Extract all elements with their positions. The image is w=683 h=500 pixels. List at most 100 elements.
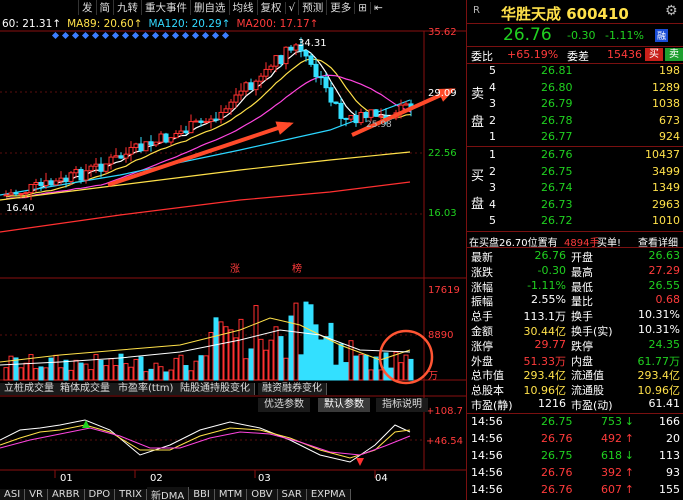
candle-body — [78, 168, 84, 181]
last-price: 26.76 — [503, 25, 552, 45]
tick-volume: 392 — [601, 466, 622, 479]
buy-button[interactable]: 买 — [645, 48, 663, 61]
tab-mtm[interactable]: MTM — [214, 488, 248, 500]
tab-dpo[interactable]: DPO — [84, 488, 116, 500]
tab-margin[interactable]: 融资融券变化 — [258, 383, 327, 395]
candle-body — [68, 172, 74, 182]
ind-line-3 — [0, 427, 411, 456]
candle-body — [108, 156, 114, 165]
quote-row: 金额 30.44亿 换手(实) 10.31% — [467, 323, 683, 338]
candle-body — [98, 163, 104, 172]
stock-terminal: { "toolbar":["发","简","九转","重大事件","删自选","… — [0, 0, 683, 500]
candle-body — [33, 181, 39, 185]
tab-box-volume[interactable]: 箱体成交量 — [56, 383, 115, 395]
tab-default-params[interactable]: 默认参数 — [318, 398, 370, 412]
quote-value: 293.4亿 — [637, 369, 681, 383]
tab-trix[interactable]: TRIX — [115, 488, 148, 500]
candle-body — [283, 46, 289, 65]
candle-body — [88, 165, 94, 172]
quote-value: 61.41 — [648, 397, 681, 410]
bid-row[interactable]: 2 26.75 3499 — [467, 165, 683, 180]
bid-row[interactable]: 4 26.73 2963 — [467, 198, 683, 213]
ask-volume: 673 — [659, 113, 680, 127]
candle-body — [278, 55, 284, 65]
tab-sar[interactable]: SAR — [277, 488, 307, 500]
volume-bar — [53, 354, 59, 381]
ind-line-1 — [0, 419, 411, 463]
volume-bar — [358, 353, 364, 381]
volume-bar — [343, 362, 349, 381]
volume-bar — [98, 359, 104, 381]
candle-body — [48, 180, 54, 186]
candle-body — [168, 137, 174, 143]
tick-direction: ↑ — [624, 432, 634, 445]
bid-row[interactable]: 3 26.74 1349 — [467, 181, 683, 196]
quote-value: 293.4亿 — [523, 369, 567, 383]
candle-body — [258, 75, 264, 82]
tick-volume: 607 — [601, 483, 622, 496]
tab-northbound[interactable]: 陆股通持股变化 — [176, 383, 255, 395]
tab-obv[interactable]: OBV — [247, 488, 278, 500]
candle-body — [373, 109, 379, 117]
signal-diamond — [131, 31, 140, 40]
tab-dma[interactable]: 新DMA — [147, 486, 190, 500]
candle-body — [18, 193, 24, 196]
volume-bar — [208, 331, 214, 381]
candle-body — [288, 46, 294, 51]
volume-bar — [403, 354, 409, 381]
ask-row[interactable]: 4 26.80 1289 — [467, 81, 683, 96]
volume-bar — [93, 354, 99, 381]
candle-body — [203, 120, 209, 123]
volume-bar — [393, 351, 399, 381]
signal-diamond — [221, 31, 230, 40]
tab-optimal-params[interactable]: 优选参数 — [258, 398, 310, 412]
bid-price: 26.76 — [541, 148, 573, 161]
kline-chart[interactable] — [0, 0, 466, 488]
bid-row[interactable]: 5 26.72 1010 — [467, 214, 683, 229]
bid-row[interactable]: 1 26.76 10437 — [467, 148, 683, 163]
candle-body — [63, 177, 69, 182]
signal-diamond — [151, 31, 160, 40]
tab-vr[interactable]: VR — [25, 488, 48, 500]
bid-volume: 3499 — [652, 164, 680, 178]
signal-diamond — [81, 31, 90, 40]
volume-bar — [123, 363, 129, 381]
ask-row[interactable]: 1 26.77 924 — [467, 130, 683, 145]
volume-bar — [233, 337, 239, 381]
volume-bar — [318, 339, 324, 381]
quote-label: 流通股 — [571, 384, 604, 398]
tab-pe-ttm[interactable]: 市盈率(ttm) — [114, 383, 179, 395]
tab-expma[interactable]: EXPMA — [306, 488, 351, 500]
tick-count: 166 — [659, 415, 680, 428]
volume-bar — [68, 369, 74, 381]
quote-value: 26.63 — [648, 249, 681, 262]
tab-arbr[interactable]: ARBR — [47, 488, 85, 500]
tab-indicator-help[interactable]: 指标说明 — [376, 398, 428, 412]
volume-bar — [373, 356, 379, 381]
ask-row[interactable]: 2 26.78 673 — [467, 114, 683, 129]
candle-body — [238, 90, 244, 96]
sell-button[interactable]: 卖 — [665, 48, 683, 61]
signal-diamond — [71, 31, 80, 40]
tick-direction: ↓ — [624, 415, 634, 428]
candle-body — [213, 118, 219, 121]
volume-bar — [228, 329, 234, 381]
tab-bbi[interactable]: BBI — [189, 488, 215, 500]
tab-pile-volume[interactable]: 立桩成交量 — [0, 383, 59, 395]
vol-tick: 8890 — [428, 330, 454, 341]
gear-icon[interactable]: ⚙ — [665, 3, 678, 19]
candle-body — [378, 115, 384, 118]
ask-row[interactable]: 3 26.79 1038 — [467, 97, 683, 112]
signal-diamond — [161, 31, 170, 40]
candle-body — [43, 180, 49, 186]
candle-body — [83, 170, 89, 181]
tick-price: 26.76 — [541, 432, 573, 445]
quote-value: 30.44亿 — [523, 325, 567, 338]
margin-badge: 融 — [655, 29, 669, 42]
tick-row: 14:56 26.76 492 ↑ 20 — [467, 432, 683, 447]
tick-time: 14:56 — [471, 449, 503, 462]
tab-asi[interactable]: ASI — [0, 488, 26, 500]
ask-row[interactable]: 5 26.81 198 — [467, 64, 683, 79]
change: -0.30 — [567, 29, 596, 42]
change-pct: -1.11% — [605, 29, 644, 42]
